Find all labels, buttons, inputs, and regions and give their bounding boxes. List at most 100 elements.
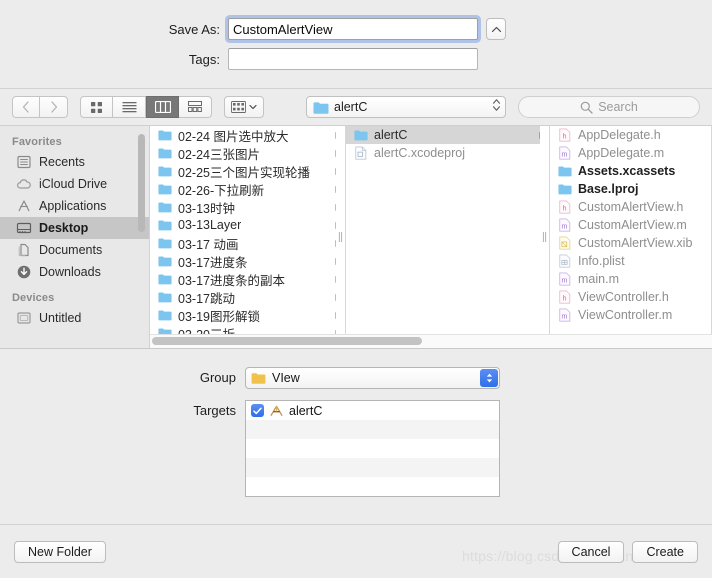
- sidebar-item-desktop[interactable]: Desktop: [0, 217, 149, 239]
- file-row[interactable]: Info.plist: [550, 252, 711, 270]
- file-row[interactable]: 02-26-下拉刷新: [150, 180, 345, 198]
- file-row[interactable]: m CustomAlertView.m: [550, 216, 711, 234]
- file-row[interactable]: Base.lproj: [550, 180, 711, 198]
- file-row[interactable]: m ViewController.m: [550, 306, 711, 324]
- xcode-target-icon: [270, 405, 283, 416]
- column-2-rows: alertC alertC.xcodeproj: [346, 126, 549, 162]
- icon-view-button[interactable]: [80, 96, 113, 118]
- file-row[interactable]: 03-17进度条的副本: [150, 270, 345, 288]
- cancel-button[interactable]: Cancel: [557, 540, 625, 563]
- svg-text:m: m: [562, 278, 568, 285]
- target-empty-row: [246, 458, 499, 477]
- file-row[interactable]: 03-17进度条: [150, 252, 345, 270]
- arrange-icon: [231, 101, 246, 113]
- target-empty-row: [246, 420, 499, 439]
- target-checkbox[interactable]: [251, 404, 264, 417]
- downloads-icon: [17, 265, 31, 279]
- file-name: AppDelegate.h: [578, 128, 661, 142]
- file-name: Base.lproj: [578, 182, 639, 196]
- file-row[interactable]: 03-17 动画: [150, 234, 345, 252]
- list-view-button[interactable]: [113, 96, 146, 118]
- column-2-resizer[interactable]: [540, 126, 549, 348]
- targets-row: Targets alertC: [0, 400, 712, 497]
- sidebar-item-untitled[interactable]: Untitled: [0, 307, 149, 329]
- sidebar-scrollbar[interactable]: [138, 134, 145, 232]
- group-popup-button[interactable]: VIew: [245, 367, 500, 389]
- svg-text:h: h: [563, 206, 567, 213]
- chevron-right-icon: [50, 101, 57, 113]
- folder-icon: [251, 373, 266, 384]
- file-row[interactable]: m AppDelegate.m: [550, 144, 711, 162]
- file-row[interactable]: 02-25三个图片实现轮播: [150, 162, 345, 180]
- gallery-view-button[interactable]: [179, 96, 212, 118]
- folder-icon: [158, 238, 172, 249]
- arrange-by-button[interactable]: [224, 96, 264, 118]
- file-row[interactable]: CustomAlertView.xib: [550, 234, 711, 252]
- new-folder-button[interactable]: New Folder: [14, 540, 106, 563]
- target-item[interactable]: alertC: [246, 401, 499, 420]
- target-empty-row: [246, 439, 499, 458]
- column-view-button[interactable]: [146, 96, 179, 118]
- current-folder-popup[interactable]: alertC: [306, 96, 506, 118]
- group-label: Group: [199, 370, 236, 385]
- folder-icon: [313, 101, 329, 114]
- view-mode-buttons: [80, 96, 212, 118]
- file-row[interactable]: alertC: [346, 126, 549, 144]
- save-as-input[interactable]: [228, 18, 478, 40]
- file-row[interactable]: m main.m: [550, 270, 711, 288]
- file-name: alertC.xcodeproj: [374, 146, 466, 160]
- objc-file-icon: m: [559, 146, 571, 160]
- current-folder-label: alertC: [334, 100, 368, 114]
- sidebar-section-devices-header: Devices: [12, 292, 55, 304]
- sidebar-item-downloads[interactable]: Downloads: [0, 261, 149, 283]
- resize-handle-icon: [338, 232, 343, 242]
- file-row[interactable]: 02-24 图片选中放大: [150, 126, 345, 144]
- tags-input[interactable]: [228, 48, 478, 70]
- browser-horizontal-scrollbar-thumb[interactable]: [152, 337, 422, 345]
- svg-text:h: h: [563, 296, 567, 303]
- sidebar-item-label: Desktop: [39, 221, 89, 235]
- back-button[interactable]: [12, 96, 40, 118]
- save-form: Save As: Tags:: [0, 0, 712, 88]
- file-row[interactable]: 03-17跳动: [150, 288, 345, 306]
- expand-dialog-button[interactable]: [486, 18, 506, 40]
- file-browser: Favorites Recents iCloud Drive Applicati…: [0, 125, 712, 348]
- column-1-resizer[interactable]: [336, 126, 345, 348]
- search-input[interactable]: Search: [518, 96, 700, 118]
- column-3-rows: h AppDelegate.h m AppDelegate.m Assets.x…: [550, 126, 711, 324]
- folder-icon: [158, 148, 172, 159]
- file-row[interactable]: alertC.xcodeproj: [346, 144, 549, 162]
- checkmark-icon: [253, 407, 262, 414]
- group-row: Group VIew: [0, 367, 712, 389]
- file-row[interactable]: 03-13Layer: [150, 216, 345, 234]
- sidebar-item-icloud-drive[interactable]: iCloud Drive: [0, 173, 149, 195]
- file-name: alertC: [374, 128, 408, 142]
- forward-button[interactable]: [40, 96, 68, 118]
- svg-text:m: m: [562, 224, 568, 231]
- xcodeproj-icon: [355, 146, 367, 160]
- file-row[interactable]: h AppDelegate.h: [550, 126, 711, 144]
- sidebar-item-documents[interactable]: Documents: [0, 239, 149, 261]
- file-row[interactable]: h CustomAlertView.h: [550, 198, 711, 216]
- file-row[interactable]: h ViewController.h: [550, 288, 711, 306]
- sidebar-section-favorites-header: Favorites: [12, 136, 62, 148]
- file-row[interactable]: Assets.xcassets: [550, 162, 711, 180]
- file-row[interactable]: 02-24三张图片: [150, 144, 345, 162]
- file-row[interactable]: 03-19图形解锁: [150, 306, 345, 324]
- targets-list[interactable]: alertC: [245, 400, 500, 497]
- sidebar-item-label: iCloud Drive: [39, 177, 108, 191]
- save-as-label: Save As:: [168, 21, 220, 37]
- sidebar-item-recents[interactable]: Recents: [0, 151, 149, 173]
- create-button[interactable]: Create: [632, 540, 698, 563]
- svg-text:h: h: [563, 134, 567, 141]
- svg-text:m: m: [562, 152, 568, 159]
- save-dialog: Save As: Tags:: [0, 0, 712, 578]
- popup-stepper-icon: [492, 97, 501, 118]
- desktop-icon: [16, 222, 32, 234]
- sidebar: Favorites Recents iCloud Drive Applicati…: [0, 126, 150, 348]
- chevron-left-icon: [22, 101, 29, 113]
- file-row[interactable]: 03-13时钟: [150, 198, 345, 216]
- plist-file-icon: [559, 254, 571, 268]
- folder-icon: [158, 292, 172, 303]
- sidebar-item-applications[interactable]: Applications: [0, 195, 149, 217]
